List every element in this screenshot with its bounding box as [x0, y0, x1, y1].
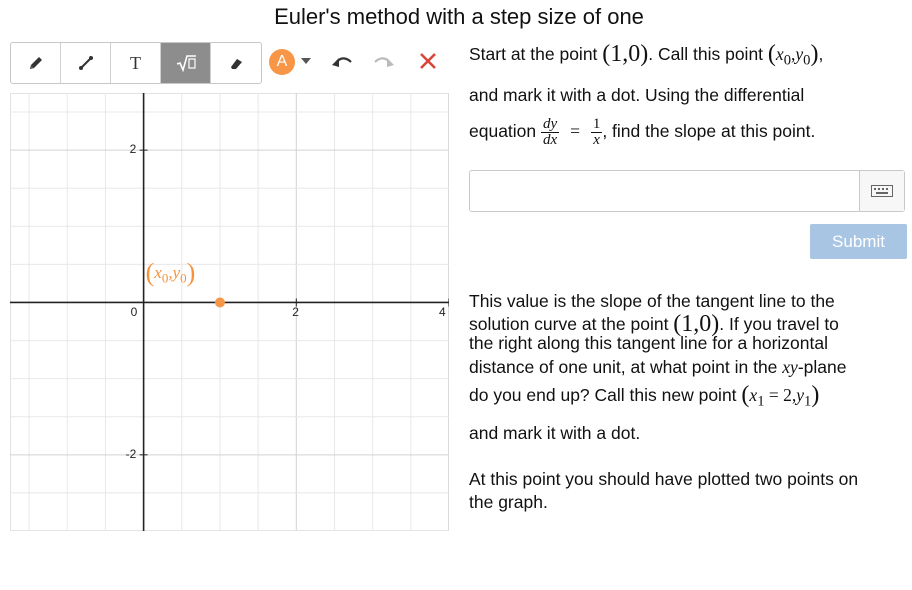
text-tool-button[interactable]: T	[111, 43, 161, 83]
chevron-down-icon[interactable]	[300, 56, 312, 66]
pencil-tool-button[interactable]	[11, 43, 61, 83]
math-icon	[176, 55, 196, 73]
eraser-icon	[231, 59, 242, 69]
plotted-point	[214, 297, 225, 308]
page-title: Euler's method with a step size of one	[274, 4, 644, 29]
instruction-line: do you end up? Call this new point (x1 =…	[469, 382, 820, 410]
x-tick-label: 4	[439, 305, 446, 320]
instruction-line: At this point you should have plotted tw…	[469, 469, 859, 489]
instruction-line: and mark it with a dot. Using the differ…	[469, 85, 805, 105]
instruction-line: the graph.	[469, 492, 548, 512]
color-picker-button[interactable]: A	[269, 49, 295, 75]
keyboard-icon	[871, 185, 893, 197]
line-icon	[78, 56, 93, 70]
instruction-line: the right along this tangent line for a …	[469, 333, 828, 353]
x-tick-label: 0	[130, 305, 138, 320]
point-label: (x0,y0)	[145, 258, 196, 288]
answer-input[interactable]	[469, 170, 905, 212]
text-icon: T	[130, 52, 141, 73]
keyboard-button[interactable]	[859, 171, 904, 211]
instruction-line: equation dy dx = 1x, find the slope at th…	[469, 116, 816, 148]
pencil-icon	[29, 57, 42, 69]
math-tool-button[interactable]	[161, 43, 211, 83]
graph-grid	[10, 93, 449, 531]
instruction-line: and mark it with a dot.	[469, 423, 641, 443]
instruction-line: This value is the slope of the tangent l…	[469, 291, 835, 311]
derivative-fraction: dy dx	[541, 116, 560, 148]
line-tool-button[interactable]	[61, 43, 111, 83]
reciprocal-fraction: 1x	[590, 116, 603, 148]
undo-icon[interactable]	[330, 53, 354, 71]
graph-border	[10, 93, 449, 531]
instruction-line: Start at the point (1,0). Call this poin…	[469, 41, 824, 69]
close-icon[interactable]	[418, 50, 438, 72]
redo-icon[interactable]	[372, 53, 396, 71]
graph-canvas[interactable]: 0 2 4 2 -2 (x0,y0)	[10, 93, 449, 531]
tool-group: T	[10, 42, 262, 84]
eraser-tool-button[interactable]	[211, 43, 261, 83]
x-tick-label: 2	[292, 305, 299, 320]
y-tick-label: 2	[129, 142, 137, 157]
y-tick-label: -2	[125, 446, 137, 461]
submit-button[interactable]: Submit	[810, 224, 907, 259]
instruction-line: distance of one unit, at what point in t…	[469, 357, 847, 377]
